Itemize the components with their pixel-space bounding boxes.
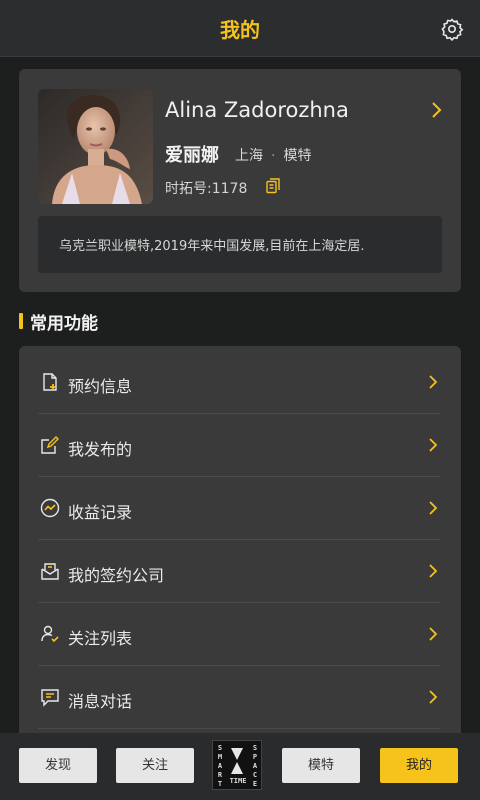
edit-icon [41,436,59,454]
function-label: 预约信息 [68,377,133,396]
profile-card[interactable]: Alina Zadorozhna 爱丽娜 上海 · 模特 时拓号:1178 乌克兰职… [19,69,461,292]
profile-name-en: Alina Zadorozhna [165,98,349,122]
function-label: 收益记录 [68,503,133,522]
user-check-icon [41,625,59,643]
document-add-icon [43,373,57,391]
function-item-earnings[interactable]: 收益记录 [38,477,440,540]
chevron-right-icon [429,627,438,641]
copy-icon[interactable] [266,178,280,194]
profile-name-cn: 爱丽娜 [165,145,219,166]
function-item-signed-company[interactable]: 我的签约公司 [38,540,440,603]
profile-city: 上海 [235,148,263,164]
section-title: 常用功能 [30,314,98,334]
chevron-right-icon[interactable] [430,101,442,119]
message-icon [41,689,59,707]
nav-follow-button[interactable]: 关注 [116,748,194,783]
bottom-nav: 发现 关注 SMART SPACE TIME 模特 我的 [0,733,480,800]
chevron-right-icon [429,501,438,515]
profile-meta: 上海 · 模特 [235,145,311,165]
nav-me-button[interactable]: 我的 [380,748,458,783]
nav-discover-button[interactable]: 发现 [19,748,97,783]
function-item-my-posts[interactable]: 我发布的 [38,414,440,477]
profile-bio: 乌克兰职业模特,2019年来中国发展,目前在上海定居. [38,216,442,273]
function-label: 消息对话 [68,692,133,711]
chevron-right-icon [429,564,438,578]
page-title: 我的 [220,18,260,42]
profile-role: 模特 [283,148,312,164]
function-item-messages[interactable]: 消息对话 [38,666,440,729]
logo-text-right: SPACE [252,744,258,788]
profile-account-id: 时拓号:1178 [165,181,248,197]
function-label: 关注列表 [68,629,133,648]
gear-icon[interactable] [440,17,464,41]
chevron-right-icon [429,438,438,452]
smart-space-time-logo[interactable]: SMART SPACE TIME [212,740,262,790]
function-item-following[interactable]: 关注列表 [38,603,440,666]
nav-models-button[interactable]: 模特 [282,748,360,783]
function-list: 预约信息 我发布的 收益记录 我的签约公司 关注列表 消息对话 [19,346,461,746]
hourglass-icon [231,748,243,774]
top-bar: 我的 [0,0,480,57]
logo-text-bottom: TIME [229,777,247,785]
logo-text-left: SMART [217,744,223,788]
meta-separator: · [271,148,276,164]
function-item-appointments[interactable]: 预约信息 [38,351,440,414]
mail-envelope-icon [41,563,59,580]
trend-chart-icon [40,498,60,518]
section-accent-bar [19,313,23,329]
chevron-right-icon [429,375,438,389]
function-label: 我的签约公司 [68,566,165,585]
chevron-right-icon [429,690,438,704]
function-label: 我发布的 [68,440,133,459]
avatar[interactable] [38,89,153,204]
